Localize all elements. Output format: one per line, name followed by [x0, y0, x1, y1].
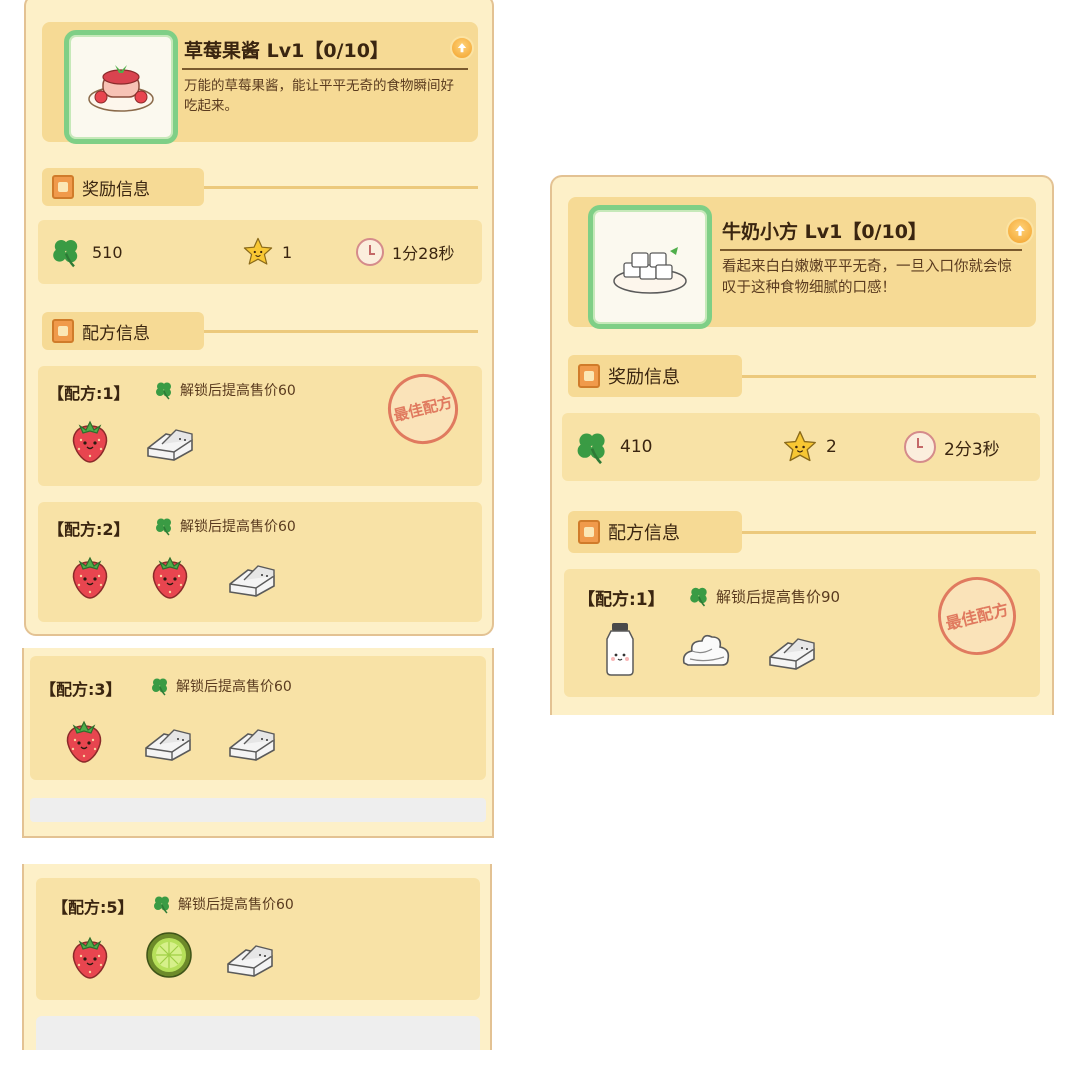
- clover-reward: 510: [50, 236, 123, 268]
- recipe-card-5[interactable]: 【配方:5】 解锁后提高售价60: [36, 878, 480, 1000]
- recipe-panel-milk-cubes: 牛奶小方 Lv1【0/10】 看起来白白嫩嫩平平无奇，一旦入口你就会惊叹于这种食…: [550, 175, 1054, 715]
- recipe-unlock-bonus: 解锁后提高售价60: [150, 676, 292, 696]
- time-reward: 2分3秒: [904, 431, 1000, 463]
- unlock-text: 解锁后提高售价60: [176, 679, 292, 695]
- heading-divider: [204, 186, 478, 189]
- recipe-title: 【配方:1】: [48, 384, 130, 403]
- unlock-text: 解锁后提高售价60: [180, 383, 296, 399]
- unlock-text: 解锁后提高售价90: [716, 587, 841, 606]
- upgrade-button[interactable]: [450, 36, 474, 60]
- clipboard-icon: [578, 520, 600, 544]
- strawberry-icon: [66, 416, 114, 464]
- tofu-icon: [764, 631, 820, 671]
- upgrade-button[interactable]: [1006, 217, 1034, 245]
- clipboard-icon: [52, 175, 74, 199]
- recipe-unlock-bonus: 解锁后提高售价90: [688, 585, 840, 607]
- recipe-unlock-bonus: 解锁后提高售价60: [152, 894, 294, 914]
- clover-value: 410: [620, 437, 653, 457]
- arrow-up-icon: [455, 41, 469, 55]
- recipe-unlock-bonus: 解锁后提高售价60: [154, 516, 296, 536]
- strawberry-jam-plate-icon: [88, 65, 154, 112]
- recipe-title: 【配方:5】: [52, 898, 134, 917]
- whipped-cream-icon: [678, 629, 734, 669]
- recipe-panel-strip-2: 【配方:3】 解锁后提高售价60: [22, 648, 494, 838]
- star-icon: [242, 236, 274, 268]
- item-title: 草莓果酱 Lv1【0/10】: [184, 40, 389, 62]
- milk-bottle-icon: [600, 621, 640, 677]
- tofu-icon: [142, 422, 198, 462]
- recipe-heading-label: 配方信息: [608, 523, 680, 544]
- lime-icon: [144, 930, 194, 980]
- recipe-card-1[interactable]: 【配方:1】 解锁后提高售价60 最佳配方: [38, 366, 482, 486]
- time-value: 2分3秒: [944, 439, 1000, 460]
- recipe-panel-strawberry-jam: 草莓果酱 Lv1【0/10】 万能的草莓果酱，能让平平无奇的食物瞬间好吃起来。 …: [24, 0, 494, 636]
- item-description: 万能的草莓果酱，能让平平无奇的食物瞬间好吃起来。: [184, 78, 454, 114]
- star-value: 2: [826, 437, 837, 457]
- reward-row: 510 1 1分28秒: [38, 220, 482, 284]
- heading-divider: [742, 531, 1036, 534]
- recipe-panel-strip-3: 【配方:5】 解锁后提高售价60: [22, 864, 492, 1050]
- item-header-card: 草莓果酱 Lv1【0/10】 万能的草莓果酱，能让平平无奇的食物瞬间好吃起来。: [42, 22, 478, 144]
- star-reward: 2: [782, 429, 837, 465]
- clover-icon: [152, 894, 172, 914]
- recipe-card-3[interactable]: 【配方:3】 解锁后提高售价60: [30, 656, 486, 780]
- clover-icon: [688, 585, 710, 607]
- item-thumbnail[interactable]: [64, 30, 178, 144]
- clipboard-icon: [578, 364, 600, 388]
- clover-icon: [50, 236, 82, 268]
- clover-reward: 410: [574, 429, 652, 465]
- tofu-icon: [224, 722, 280, 762]
- clock-icon: [904, 431, 936, 463]
- reward-heading-label: 奖励信息: [82, 179, 150, 200]
- recipe-title: 【配方:3】: [40, 680, 122, 699]
- heading-divider: [204, 330, 478, 333]
- milk-cubes-plate-icon: [613, 247, 687, 294]
- recipe-card-1[interactable]: 【配方:1】 解锁后提高售价90 最佳配方: [564, 568, 1040, 697]
- clover-value: 510: [92, 242, 123, 262]
- best-recipe-stamp: 最佳配方: [380, 366, 466, 452]
- clover-icon: [574, 429, 610, 465]
- tofu-icon: [224, 558, 280, 598]
- reward-row: 410 2 2分3秒: [562, 413, 1040, 481]
- clover-icon: [150, 676, 170, 696]
- star-value: 1: [282, 242, 293, 262]
- strawberry-icon: [66, 552, 114, 600]
- item-description: 看起来白白嫩嫩平平无奇，一旦入口你就会惊叹于这种食物细腻的口感！: [722, 259, 1012, 296]
- unlock-text: 解锁后提高售价60: [180, 519, 296, 535]
- clover-icon: [154, 380, 174, 400]
- recipe-unlock-bonus: 解锁后提高售价60: [154, 380, 296, 400]
- tofu-icon: [222, 938, 278, 978]
- reward-info-heading: 奖励信息: [568, 355, 742, 397]
- time-value: 1分28秒: [392, 244, 455, 263]
- reward-heading-label: 奖励信息: [608, 367, 680, 388]
- recipe-title: 【配方:1】: [578, 590, 665, 610]
- star-reward: 1: [242, 236, 292, 268]
- recipe-card-2[interactable]: 【配方:2】 解锁后提高售价60: [38, 502, 482, 622]
- arrow-up-icon: [1012, 223, 1028, 239]
- item-thumbnail[interactable]: [588, 205, 712, 329]
- strawberry-icon: [146, 552, 194, 600]
- recipe-info-heading: 配方信息: [568, 511, 742, 553]
- recipe-info-heading: 配方信息: [42, 312, 204, 350]
- reward-info-heading: 奖励信息: [42, 168, 204, 206]
- recipe-heading-label: 配方信息: [82, 323, 150, 344]
- title-underline: [720, 249, 1022, 251]
- strawberry-icon: [60, 716, 108, 764]
- unlock-text: 解锁后提高售价60: [178, 897, 294, 913]
- title-underline: [182, 68, 468, 70]
- item-title: 牛奶小方 Lv1【0/10】: [722, 221, 927, 243]
- locked-recipe-placeholder: [30, 798, 486, 822]
- recipe-title: 【配方:2】: [48, 520, 130, 539]
- strawberry-icon: [66, 932, 114, 980]
- locked-recipe-placeholder: [36, 1016, 480, 1050]
- heading-divider: [742, 375, 1036, 378]
- star-icon: [782, 429, 818, 465]
- best-recipe-stamp: 最佳配方: [929, 568, 1025, 664]
- clover-icon: [154, 516, 174, 536]
- clipboard-icon: [52, 319, 74, 343]
- clock-icon: [356, 238, 384, 266]
- item-header-card: 牛奶小方 Lv1【0/10】 看起来白白嫩嫩平平无奇，一旦入口你就会惊叹于这种食…: [568, 197, 1036, 329]
- time-reward: 1分28秒: [356, 238, 455, 266]
- tofu-icon: [140, 722, 196, 762]
